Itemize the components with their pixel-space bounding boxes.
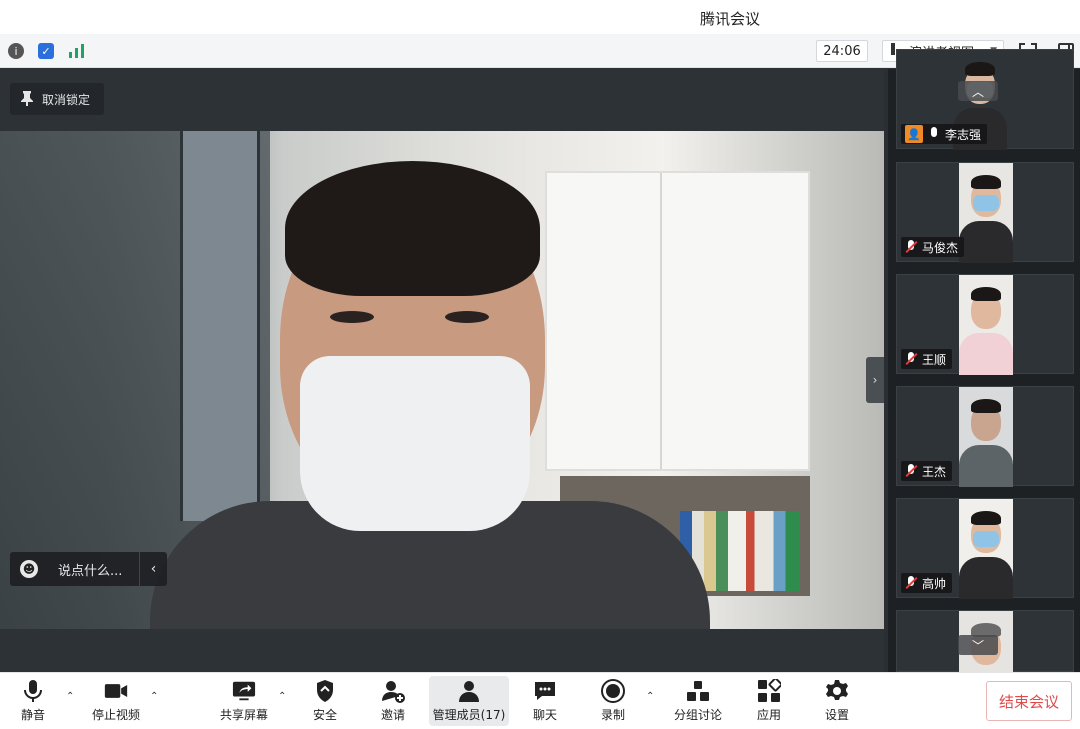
invite-user-icon [381,679,405,703]
invite-label: 邀请 [380,708,405,722]
participant-name: 李志强 [945,127,982,142]
shield-icon[interactable]: ✓ [38,43,54,59]
unpin-label: 取消锁定 [42,92,91,107]
avatar-icon: 👤 [905,125,923,143]
breakout-label: 分组讨论 [673,708,722,722]
microphone-icon [21,679,45,703]
meeting-window: 腾讯会议 i ✓ 24:06 演讲者视图 ▼ 取消锁定 [0,0,1080,729]
participant-tile[interactable]: 高帅 [896,498,1074,599]
record-button[interactable]: 录制 [594,676,632,726]
unpin-button[interactable]: 取消锁定 [10,83,105,115]
participant-name-tag: 王杰 [901,461,953,481]
title-bar: 腾讯会议 [0,0,1080,34]
chevron-up-icon[interactable]: ⌃ [66,691,74,702]
chat-button[interactable]: 聊天 [526,676,564,726]
pin-icon [20,90,34,109]
participant-name: 王顺 [922,352,947,367]
record-icon [601,679,625,703]
record-label: 录制 [600,708,625,722]
microphone-muted-icon [905,352,917,366]
apps-icon [757,679,781,703]
participant-name-tag: 👤 李志强 [901,124,988,144]
speaker-person [150,161,710,629]
apps-button[interactable]: 应用 [750,676,788,726]
speaker-view: 取消锁定 ☻ 说点什么... ‹ › [0,69,884,672]
participant-name-tag: 马俊杰 [901,237,965,257]
settings-label: 设置 [824,708,849,722]
meeting-toolbar: 静音 ⌃ 停止视频 ⌃ 共享屏幕 ⌃ 安全 邀请 管理成员(17) 聊天 录制 … [0,672,1080,729]
participant-name-tag: 王顺 [901,349,953,369]
participant-name: 高帅 [922,576,947,591]
security-button[interactable]: 安全 [306,676,344,726]
emoji-icon[interactable]: ☻ [10,552,48,586]
meeting-timer: 24:06 [816,40,868,62]
settings-button[interactable]: 设置 [818,676,856,726]
gear-icon [825,679,849,703]
chevron-up-icon[interactable]: ︿ [958,81,998,101]
video-camera-icon [104,679,128,703]
stop-video-button[interactable]: 停止视频 [88,676,144,726]
security-label: 安全 [312,708,337,722]
microphone-muted-icon [905,240,917,254]
quick-chat-bar[interactable]: ☻ 说点什么... ‹ [10,552,167,586]
share-screen-label: 共享屏幕 [219,708,268,722]
info-icon[interactable]: i [8,43,24,59]
participant-name-tag: 高帅 [901,573,953,593]
chat-label: 聊天 [532,708,557,722]
participant-name: 王杰 [922,464,947,479]
collapse-gallery-button[interactable]: › [866,357,884,403]
members-icon [457,679,481,703]
chat-input[interactable]: 说点什么... [48,560,139,579]
signal-bars-icon[interactable] [68,43,86,59]
stop-video-label: 停止视频 [91,708,140,722]
window-title: 腾讯会议 [700,10,761,28]
participant-tile[interactable]: 王顺 [896,274,1074,375]
mute-label: 静音 [20,708,45,722]
participant-gallery: 👤 李志强 ︿ 马俊杰 王顺 王杰 高帅 ﹀ [888,49,1080,673]
security-shield-icon [313,679,337,703]
microphone-icon [928,127,940,141]
manage-members-label: 管理成员(17) [432,708,506,722]
share-screen-button[interactable]: 共享屏幕 [216,676,272,726]
chat-icon [533,679,557,703]
breakout-icon [686,679,710,703]
apps-label: 应用 [756,708,781,722]
chevron-up-icon[interactable]: ⌃ [150,691,158,702]
breakout-button[interactable]: 分组讨论 [672,676,724,726]
microphone-muted-icon [905,464,917,478]
manage-members-button[interactable]: 管理成员(17) [429,676,509,726]
chevron-left-icon[interactable]: ‹ [139,552,167,586]
participant-name: 马俊杰 [922,240,959,255]
share-screen-icon [232,679,256,703]
invite-button[interactable]: 邀请 [374,676,412,726]
end-meeting-button[interactable]: 结束会议 [986,681,1072,721]
mute-button[interactable]: 静音 [12,676,54,726]
participant-tile[interactable]: 马俊杰 [896,162,1074,263]
microphone-muted-icon [905,576,917,590]
chevron-up-icon[interactable]: ⌃ [278,691,286,702]
participant-tile[interactable]: 王杰 [896,386,1074,487]
chevron-down-icon[interactable]: ﹀ [958,635,998,655]
chevron-up-icon[interactable]: ⌃ [646,691,654,702]
